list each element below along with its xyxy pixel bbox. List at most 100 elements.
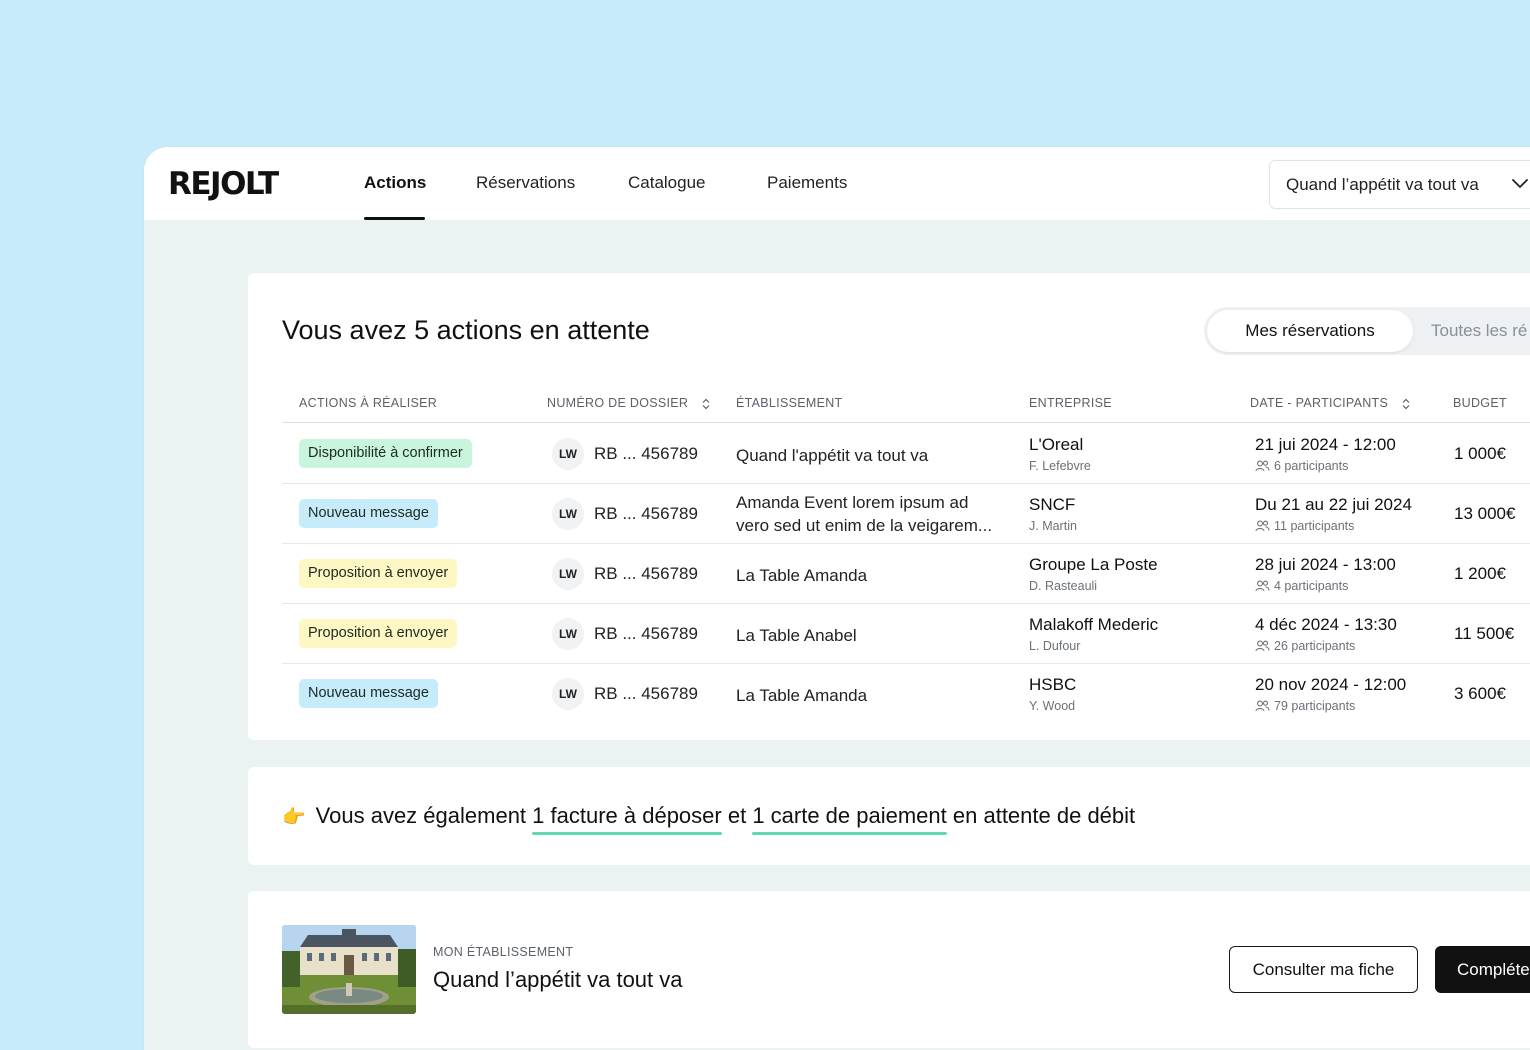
table-row[interactable]: Proposition à envoyer LW RB ... 456789 L…: [282, 544, 1530, 604]
company-contact: Y. Wood: [1029, 699, 1076, 713]
payment-reminder-text: 👉 Vous avez également 1 facture à déposer…: [282, 803, 1136, 835]
chevron-down-icon: [1512, 179, 1528, 188]
company-contact: L. Dufour: [1029, 639, 1081, 653]
budget-value: 3 600€: [1454, 684, 1506, 703]
col-header-date[interactable]: DATE - PARTICIPANTS: [1250, 396, 1410, 410]
payment-card-link[interactable]: 1 carte de paiement: [752, 803, 948, 835]
booking-date: 4 déc 2024 - 13:30: [1255, 615, 1397, 634]
dossier-number[interactable]: RB ... 456789: [594, 564, 698, 584]
nav-tab-actions[interactable]: Actions: [364, 173, 426, 193]
company-name: L'Oreal: [1029, 435, 1084, 454]
avatar: LW: [552, 618, 584, 650]
consult-venue-button[interactable]: Consulter ma fiche: [1229, 946, 1418, 993]
action-badge: Nouveau message: [299, 499, 438, 528]
table-row[interactable]: Nouveau message LW RB ... 456789 La Tabl…: [282, 664, 1530, 724]
toggle-my-reservations[interactable]: Mes réservations: [1207, 310, 1413, 352]
budget-value: 11 500€: [1454, 624, 1515, 643]
col-header-dossier-label: NUMÉRO DE DOSSIER: [547, 396, 689, 410]
etablissement-name: La Table Anabel: [736, 626, 857, 645]
booking-date: 21 jui 2024 - 12:00: [1255, 435, 1396, 454]
people-icon: [1255, 700, 1270, 712]
participants: 26 participants: [1255, 639, 1355, 653]
participants: 79 participants: [1255, 699, 1355, 713]
top-bar: REJOLT Actions Réservations Catalogue Pa…: [144, 147, 1530, 220]
action-badge: Disponibilité à confirmer: [299, 439, 472, 468]
participants-count: 79 participants: [1274, 699, 1356, 713]
venue-selector-value: Quand l’appétit va tout va: [1286, 175, 1479, 194]
table-row[interactable]: Disponibilité à confirmer LW RB ... 4567…: [282, 424, 1530, 484]
participants-count: 4 participants: [1274, 579, 1349, 593]
payment-reminder-card: 👉 Vous avez également 1 facture à déposer…: [248, 767, 1530, 865]
table-header: ACTIONS À RÉALISER NUMÉRO DE DOSSIER ÉTA…: [282, 393, 1530, 423]
complete-venue-button[interactable]: Compléter: [1435, 946, 1530, 993]
pending-actions-card: Vous avez 5 actions en attente Mes réser…: [248, 273, 1530, 740]
nav-tab-catalogue[interactable]: Catalogue: [628, 173, 706, 193]
pointing-hand-icon: 👉: [282, 807, 306, 828]
avatar: LW: [552, 678, 584, 710]
booking-date: Du 21 au 22 jui 2024: [1255, 495, 1412, 514]
avatar: LW: [552, 558, 584, 590]
participants: 4 participants: [1255, 579, 1348, 593]
col-header-entreprise: ENTREPRISE: [1029, 396, 1112, 410]
col-header-budget: BUDGET: [1453, 396, 1507, 410]
avatar: LW: [552, 438, 584, 470]
toggle-all-reservations[interactable]: Toutes les ré: [1431, 321, 1527, 341]
company-contact: D. Rasteauli: [1029, 579, 1098, 593]
participants: 6 participants: [1255, 459, 1348, 473]
budget-value: 13 000€: [1454, 504, 1516, 523]
action-badge: Proposition à envoyer: [299, 619, 458, 648]
col-header-action: ACTIONS À RÉALISER: [299, 396, 438, 410]
active-tab-indicator: [364, 217, 425, 220]
reservations-scope-toggle: Mes réservations Toutes les ré: [1204, 307, 1530, 355]
col-header-dossier[interactable]: NUMÉRO DE DOSSIER: [547, 396, 710, 410]
table-row[interactable]: Proposition à envoyer LW RB ... 456789 L…: [282, 604, 1530, 664]
company-name: SNCF: [1029, 495, 1076, 514]
etablissement-name: Amanda Event lorem ipsum ad vero sed ut …: [736, 493, 993, 535]
col-header-date-label: DATE - PARTICIPANTS: [1250, 396, 1389, 410]
venue-selector[interactable]: Quand l’appétit va tout va: [1269, 160, 1530, 209]
table-row[interactable]: Nouveau message LW RB ... 456789 Amanda …: [282, 484, 1530, 544]
reminder-prefix: Vous avez également: [315, 803, 533, 828]
booking-date: 20 nov 2024 - 12:00: [1255, 675, 1407, 694]
reminder-middle: et: [721, 803, 753, 828]
dossier-number[interactable]: RB ... 456789: [594, 624, 698, 644]
company-name: Malakoff Mederic: [1029, 615, 1159, 634]
avatar: LW: [552, 498, 584, 530]
etablissement-name: Quand l'appétit va tout va: [736, 446, 929, 465]
app-window: REJOLT Actions Réservations Catalogue Pa…: [144, 147, 1530, 1050]
invoice-link[interactable]: 1 facture à déposer: [532, 803, 722, 835]
budget-value: 1 200€: [1454, 564, 1506, 583]
people-icon: [1255, 640, 1270, 652]
brand-logo[interactable]: REJOLT: [168, 166, 279, 202]
booking-date: 28 jui 2024 - 13:00: [1255, 555, 1396, 574]
toggle-my-reservations-label: Mes réservations: [1245, 321, 1375, 340]
participants-count: 6 participants: [1274, 459, 1349, 473]
dossier-number[interactable]: RB ... 456789: [594, 444, 698, 464]
company-contact: F. Lefebvre: [1029, 459, 1091, 473]
people-icon: [1255, 580, 1270, 592]
venue-section-label: MON ÉTABLISSEMENT: [433, 945, 574, 959]
company-name: Groupe La Poste: [1029, 555, 1158, 574]
people-icon: [1255, 520, 1270, 532]
nav-tab-reservations[interactable]: Réservations: [476, 173, 575, 193]
nav-tab-paiements[interactable]: Paiements: [767, 173, 847, 193]
participants-count: 11 participants: [1274, 519, 1355, 533]
budget-value: 1 000€: [1454, 444, 1506, 463]
action-badge: Nouveau message: [299, 679, 438, 708]
reminder-suffix: en attente de débit: [946, 803, 1136, 828]
participants: 11 participants: [1255, 519, 1354, 533]
my-venue-card: MON ÉTABLISSEMENT Quand l’appétit va tou…: [248, 891, 1530, 1048]
pending-actions-title: Vous avez 5 actions en attente: [282, 315, 650, 345]
action-badge: Proposition à envoyer: [299, 559, 458, 588]
dossier-number[interactable]: RB ... 456789: [594, 504, 698, 524]
sort-icon[interactable]: [702, 398, 710, 410]
sort-icon[interactable]: [1402, 398, 1410, 410]
participants-count: 26 participants: [1274, 639, 1356, 653]
venue-photo: [282, 925, 416, 1014]
company-contact: J. Martin: [1029, 519, 1077, 533]
venue-name: Quand l’appétit va tout va: [433, 967, 683, 992]
company-name: HSBC: [1029, 675, 1077, 694]
dossier-number[interactable]: RB ... 456789: [594, 684, 698, 704]
people-icon: [1255, 460, 1270, 472]
etablissement-name: La Table Amanda: [736, 566, 868, 585]
